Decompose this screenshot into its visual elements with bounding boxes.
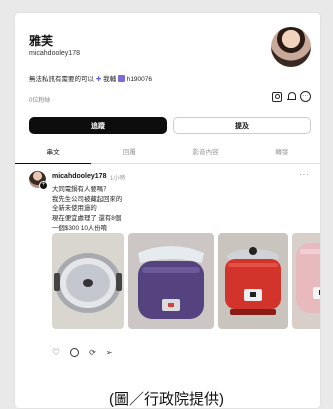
post-line: 全新未使用過的 <box>52 205 97 213</box>
image-credit-caption: (圖／行政院提供) <box>109 391 224 408</box>
profile-card: 雅芙 micahdooley178 無法私訊有需要的可以 ✚ 我輔 h19007… <box>15 13 320 408</box>
post-actions: ♡ ⟳ ➢ <box>52 348 112 357</box>
post-avatar[interactable]: + <box>29 171 48 190</box>
post-line: 我先生公司被藏起回來的 <box>52 195 123 203</box>
tab-replies[interactable]: 回覆 <box>91 145 167 163</box>
post-more-icon[interactable]: ··· <box>299 170 310 179</box>
profile-bio: 無法私訊有需要的可以 ✚ 我輔 h190076 <box>29 73 152 83</box>
bolt-icon: ✚ <box>95 76 102 83</box>
share-icon[interactable]: ➢ <box>106 348 113 357</box>
post-line: 現在便宜處理了 還有8個 <box>52 215 122 223</box>
post-photo[interactable] <box>292 233 320 329</box>
follow-button[interactable]: 追蹤 <box>29 117 167 134</box>
like-icon[interactable]: ♡ <box>52 348 60 357</box>
post-timestamp: 1小時 <box>110 176 126 182</box>
bio-text: 無法私訊有需要的可以 <box>29 76 94 83</box>
tab-threads[interactable]: 串文 <box>15 145 92 164</box>
repost-icon[interactable]: ⟳ <box>89 348 96 357</box>
profile-avatar[interactable] <box>271 27 311 67</box>
instagram-badge-icon <box>117 75 125 82</box>
post-gallery[interactable] <box>52 233 320 329</box>
profile-handle: micahdooley178 <box>29 50 80 57</box>
tab-media[interactable]: 影音內容 <box>168 145 244 163</box>
post-photo[interactable] <box>218 233 288 329</box>
tab-reposts[interactable]: 轉發 <box>244 145 320 163</box>
post-photo[interactable] <box>52 233 124 329</box>
header-icons: ··· <box>272 91 311 102</box>
bio-contact: 我輔 <box>103 76 117 83</box>
profile-tabs: 串文 回覆 影音內容 轉發 <box>15 145 320 164</box>
post-line: 大同電鍋有人要嗎？ <box>52 186 110 193</box>
comment-icon[interactable] <box>70 348 80 357</box>
post-username[interactable]: micahdooley178 <box>52 173 106 180</box>
followers-count[interactable]: 0位粉絲 <box>29 95 50 104</box>
mention-button[interactable]: 提及 <box>173 117 311 134</box>
post-photo[interactable] <box>128 233 214 329</box>
post-text: 大同電鍋有人要嗎？ 我先生公司被藏起回來的 全新未使用過的 現在便宜處理了 還有… <box>52 185 122 234</box>
more-options-icon[interactable]: ··· <box>300 91 311 102</box>
bell-icon[interactable] <box>287 92 296 101</box>
instagram-icon[interactable] <box>272 91 282 102</box>
bio-id: h190076 <box>126 76 153 83</box>
profile-name: 雅芙 <box>29 34 54 48</box>
follow-plus-icon[interactable]: + <box>39 181 48 190</box>
